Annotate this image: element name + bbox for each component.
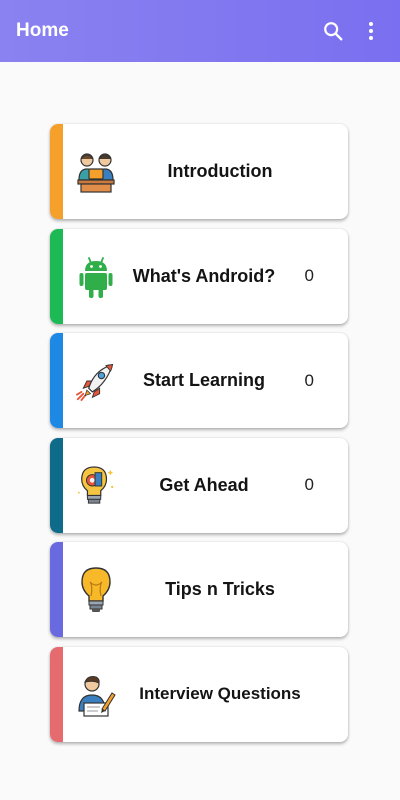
card-accent (50, 333, 63, 428)
card-accent (50, 542, 63, 637)
card-label: Get Ahead (159, 474, 249, 495)
rocket-icon (76, 357, 116, 405)
card-introduction[interactable]: Introduction (50, 124, 348, 219)
page-title: Home (16, 20, 69, 41)
more-vert-icon (369, 22, 373, 40)
card-label: Tips n Tricks (165, 579, 275, 599)
topic-list: Introduction What's Android? 0 Start Lea… (50, 124, 350, 751)
card-accent (50, 124, 63, 219)
app-bar: Home (0, 0, 400, 62)
search-button[interactable] (318, 16, 348, 46)
people-laptop-icon (76, 148, 116, 196)
card-accent (50, 437, 63, 533)
card-count: 0 (304, 370, 314, 390)
card-label: What's Android? (132, 265, 276, 286)
card-get-ahead[interactable]: Get Ahead 0 (50, 437, 348, 533)
search-icon (324, 22, 343, 41)
card-label: Interview Questions (139, 684, 301, 703)
card-count: 0 (304, 266, 314, 285)
card-whats-android[interactable]: What's Android? 0 (50, 228, 348, 324)
card-label: Introduction (167, 161, 273, 181)
idea-bulb-icon (76, 462, 116, 510)
lightbulb-icon (76, 566, 116, 614)
overflow-menu-button[interactable] (356, 16, 386, 46)
card-interview-questions[interactable]: Interview Questions (50, 646, 348, 742)
card-accent (50, 228, 63, 324)
android-icon (76, 253, 116, 301)
card-label: Start Learning (142, 370, 266, 390)
card-start-learning[interactable]: Start Learning 0 (50, 333, 348, 428)
card-accent (50, 646, 63, 742)
card-count: 0 (304, 475, 314, 494)
card-tips-n-tricks[interactable]: Tips n Tricks (50, 542, 348, 637)
